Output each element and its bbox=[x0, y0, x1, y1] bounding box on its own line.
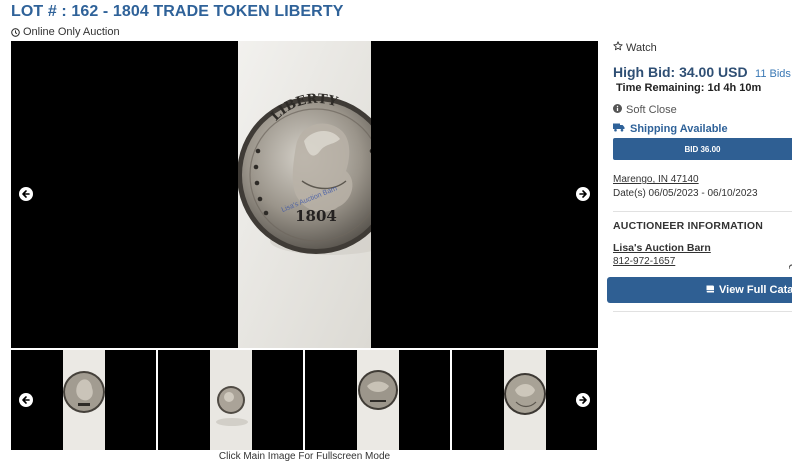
info-icon bbox=[613, 104, 622, 116]
clock-icon bbox=[11, 27, 20, 37]
thumbnail-strip bbox=[11, 350, 598, 450]
arrow-right-icon bbox=[578, 395, 588, 405]
location-link[interactable]: Marengo, IN 47140 bbox=[613, 174, 699, 185]
next-image-button[interactable] bbox=[576, 187, 590, 201]
auctioneer-phone-link[interactable]: 812-972-1657 bbox=[613, 256, 675, 267]
thumbnail-2-image bbox=[210, 350, 252, 450]
thumbnails-previous-button[interactable] bbox=[19, 393, 33, 407]
book-icon bbox=[705, 284, 715, 297]
auctioneer-heading: AUCTIONEER INFORMATION bbox=[613, 220, 764, 232]
soft-close-label: Soft Close bbox=[626, 104, 677, 116]
previous-image-button[interactable] bbox=[19, 187, 33, 201]
bids-count-link[interactable]: 11 Bids bbox=[755, 68, 791, 80]
shipping-label: Shipping Available bbox=[630, 123, 728, 135]
watch-button[interactable]: Watch bbox=[613, 41, 657, 54]
soft-close: Soft Close bbox=[613, 104, 677, 116]
thumbnails-next-button[interactable] bbox=[576, 393, 590, 407]
bid-button[interactable]: BID 36.00 bbox=[613, 138, 792, 160]
shipping-available: Shipping Available bbox=[613, 123, 728, 135]
star-icon bbox=[613, 41, 623, 54]
high-bid: High Bid: 34.00 USD 11 Bids bbox=[613, 64, 791, 82]
bid-sidebar: Watch High Bid: 34.00 USD 11 Bids Time R… bbox=[613, 0, 792, 466]
arrow-left-icon bbox=[21, 395, 31, 405]
main-image-viewer[interactable]: LIBERTY 1804 Lisa's Auction Barn bbox=[11, 41, 598, 348]
auction-type-label: Online Only Auction bbox=[23, 26, 120, 38]
lot-title: LOT # : 162 - 1804 TRADE TOKEN LIBERTY bbox=[11, 3, 344, 20]
time-remaining: Time Remaining: 1d 4h 10m bbox=[616, 82, 762, 94]
arrow-right-icon bbox=[578, 189, 588, 199]
view-full-catalog-button[interactable]: View Full Cata bbox=[607, 277, 792, 303]
thumbnail-3-image bbox=[357, 350, 399, 450]
truck-icon bbox=[613, 123, 625, 135]
thumbnail-1-image bbox=[63, 350, 105, 450]
watch-label: Watch bbox=[626, 41, 657, 54]
arrow-left-icon bbox=[21, 189, 31, 199]
divider bbox=[613, 311, 792, 312]
thumbnail-3[interactable] bbox=[305, 350, 450, 450]
main-coin-image[interactable]: LIBERTY 1804 Lisa's Auction Barn bbox=[238, 41, 371, 348]
fullscreen-caption: Click Main Image For Fullscreen Mode bbox=[218, 451, 391, 462]
thumbnail-4-image bbox=[504, 350, 546, 450]
thumbnail-2[interactable] bbox=[158, 350, 303, 450]
auction-type: Online Only Auction bbox=[11, 26, 120, 38]
view-full-catalog-label: View Full Cata bbox=[719, 284, 792, 296]
coin-year: 1804 bbox=[295, 207, 337, 225]
divider bbox=[613, 211, 792, 212]
high-bid-amount: High Bid: 34.00 USD bbox=[613, 64, 748, 80]
auction-dates: Date(s) 06/05/2023 - 06/10/2023 bbox=[613, 188, 758, 199]
auctioneer-name-link[interactable]: Lisa's Auction Barn bbox=[613, 242, 711, 254]
